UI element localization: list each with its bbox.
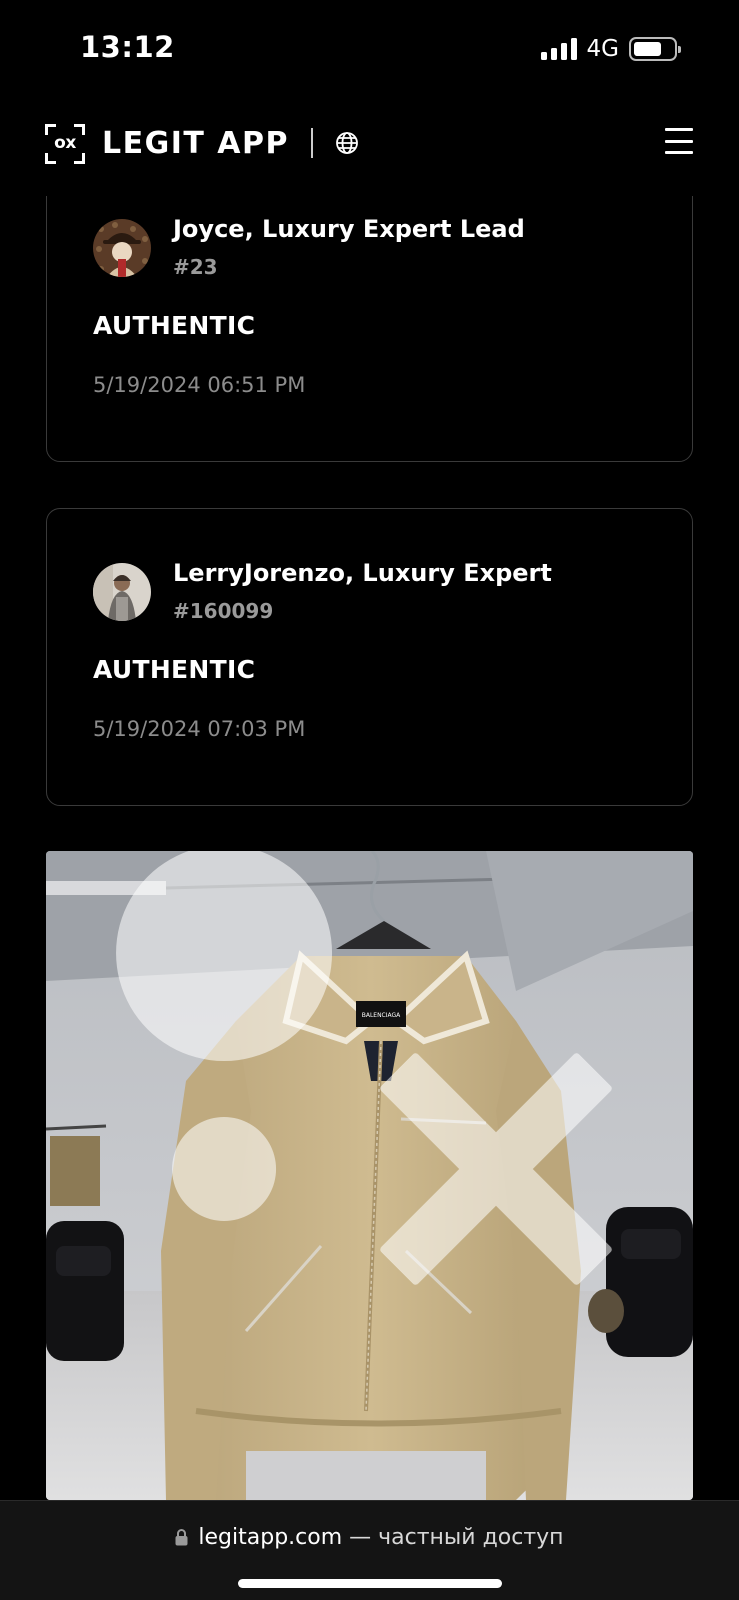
hamburger-menu-icon[interactable]	[665, 128, 693, 154]
expert-id: #160099	[173, 599, 274, 623]
brand-label: BALENCIAGA	[362, 1012, 401, 1019]
expert-check-card: LerryJorenzo, Luxury Expert #160099 AUTH…	[46, 508, 693, 806]
globe-icon[interactable]	[335, 131, 359, 155]
expert-avatar	[93, 219, 151, 277]
private-mode-label: — частный доступ	[342, 1525, 564, 1550]
status-indicators: 4G	[540, 36, 681, 62]
expert-id: #23	[173, 255, 218, 279]
signal-icon	[540, 38, 577, 60]
brand-name[interactable]: LEGIT APP	[102, 124, 289, 164]
status-time: 13:12	[80, 30, 175, 64]
expert-avatar	[93, 563, 151, 621]
home-indicator[interactable]	[238, 1579, 502, 1588]
expert-check-card: Joyce, Luxury Expert Lead #23 AUTHENTIC …	[46, 150, 693, 462]
url-domain: legitapp.com	[198, 1525, 343, 1550]
verdict-label: AUTHENTIC	[93, 655, 256, 684]
header-divider	[311, 128, 313, 158]
check-timestamp: 5/19/2024 06:51 PM	[93, 373, 306, 397]
url-display[interactable]: legitapp.com — частный доступ	[0, 1525, 739, 1550]
browser-address-bar[interactable]: legitapp.com — частный доступ	[0, 1500, 739, 1600]
app-header: ox LEGIT APP	[0, 112, 739, 196]
status-bar: 13:12 4G	[0, 0, 739, 100]
battery-icon	[629, 37, 681, 61]
battery-level	[634, 42, 661, 56]
logo-text: ox	[54, 133, 76, 153]
lock-icon	[175, 1529, 188, 1546]
product-photo[interactable]: BALENCIAGA	[46, 851, 693, 1500]
expert-name: LerryJorenzo, Luxury Expert	[173, 559, 552, 587]
verdict-label: AUTHENTIC	[93, 311, 256, 340]
network-type: 4G	[586, 36, 619, 62]
logo-icon[interactable]: ox	[45, 124, 85, 164]
check-timestamp: 5/19/2024 07:03 PM	[93, 717, 306, 741]
expert-name: Joyce, Luxury Expert Lead	[173, 215, 525, 243]
